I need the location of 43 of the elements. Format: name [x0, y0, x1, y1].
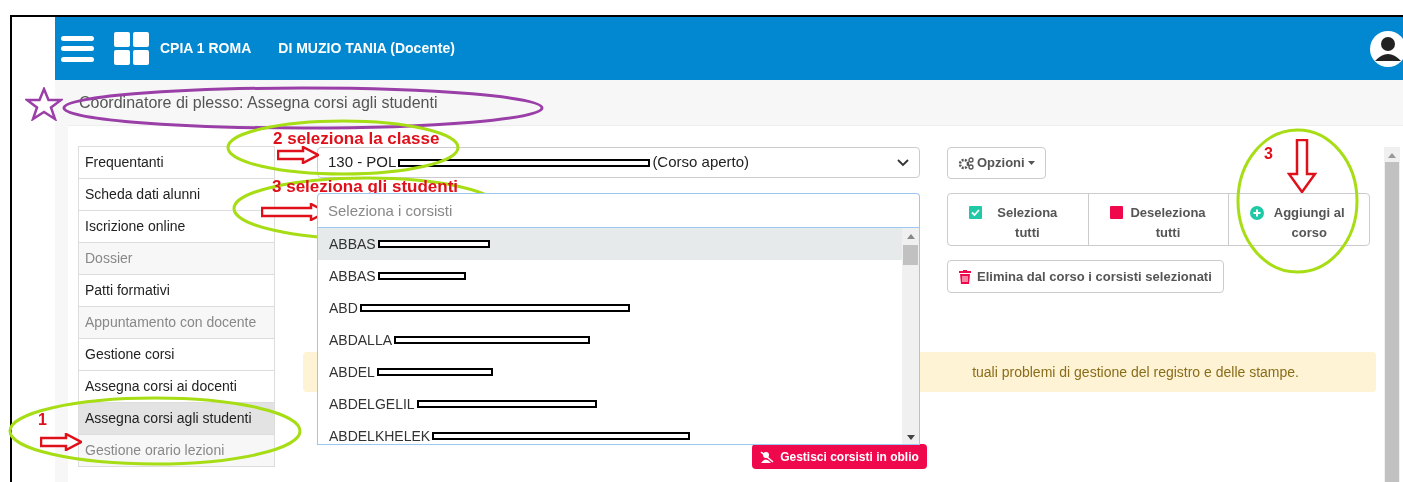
star-icon — [25, 87, 63, 121]
sidebar-item[interactable]: Assegna corsi agli studenti — [78, 402, 275, 435]
scrollbar-thumb[interactable] — [1385, 162, 1399, 482]
checkbox-icon — [969, 206, 983, 219]
sidebar-item[interactable]: Iscrizione online — [78, 210, 275, 243]
step-annotation: 3 — [1264, 146, 1273, 162]
trash-icon — [959, 269, 971, 284]
class-select-value: (Corso aperto) — [652, 152, 750, 173]
sidebar-item[interactable]: Patti formativi — [78, 274, 275, 307]
group-button[interactable]: Aggiungi al corso — [1228, 194, 1369, 245]
scroll-up-icon[interactable] — [906, 234, 915, 239]
class-select-value: 130 - POL — [328, 152, 397, 173]
annotation-arrow — [1287, 139, 1317, 193]
school-name[interactable]: CPIA 1 ROMA — [160, 38, 252, 59]
step-annotation: 1 — [38, 412, 47, 428]
gears-icon — [958, 156, 974, 170]
oblio-button[interactable]: Gestisci corsisti in oblio — [752, 444, 927, 469]
scrollbar-thumb[interactable] — [903, 245, 918, 265]
student-option[interactable]: ABBAS — [318, 228, 902, 260]
menu-icon[interactable] — [61, 35, 94, 62]
user-name[interactable]: DI MUZIO TANIA (Docente) — [278, 38, 455, 59]
class-select[interactable]: 130 - POL (Corso aperto) — [317, 147, 920, 178]
step-annotation: 2 seleziona la classe — [273, 130, 440, 147]
grid-logo-icon[interactable] — [114, 32, 149, 65]
plus-circle-icon — [1250, 206, 1265, 220]
sidebar-item[interactable]: Frequentanti — [78, 146, 275, 179]
chevron-down-icon — [897, 158, 909, 167]
page-scrollbar[interactable] — [1384, 147, 1400, 482]
scroll-down-icon[interactable] — [906, 435, 915, 440]
scrollbar[interactable] — [902, 228, 919, 444]
delete-button[interactable]: Elimina dal corso i corsisti selezionati — [947, 260, 1224, 293]
caret-icon — [1027, 161, 1035, 165]
sidebar-item[interactable]: Gestione corsi — [78, 338, 275, 371]
page-title: Coordinatore di plesso: Assegna corsi agli studenti — [79, 92, 438, 113]
square-icon — [1110, 206, 1123, 219]
group-button[interactable]: Deseleziona tutti — [1087, 194, 1229, 245]
scroll-up-icon[interactable] — [1388, 153, 1396, 158]
user-slash-icon — [760, 450, 775, 463]
annotation-arrow — [277, 146, 319, 164]
students-search-field[interactable]: Seleziona i corsisti — [317, 193, 920, 227]
options-button[interactable]: Opzioni — [947, 147, 1046, 179]
user-avatar-icon[interactable] — [1370, 30, 1403, 67]
group-button[interactable]: Seleziona tutti — [948, 194, 1088, 245]
